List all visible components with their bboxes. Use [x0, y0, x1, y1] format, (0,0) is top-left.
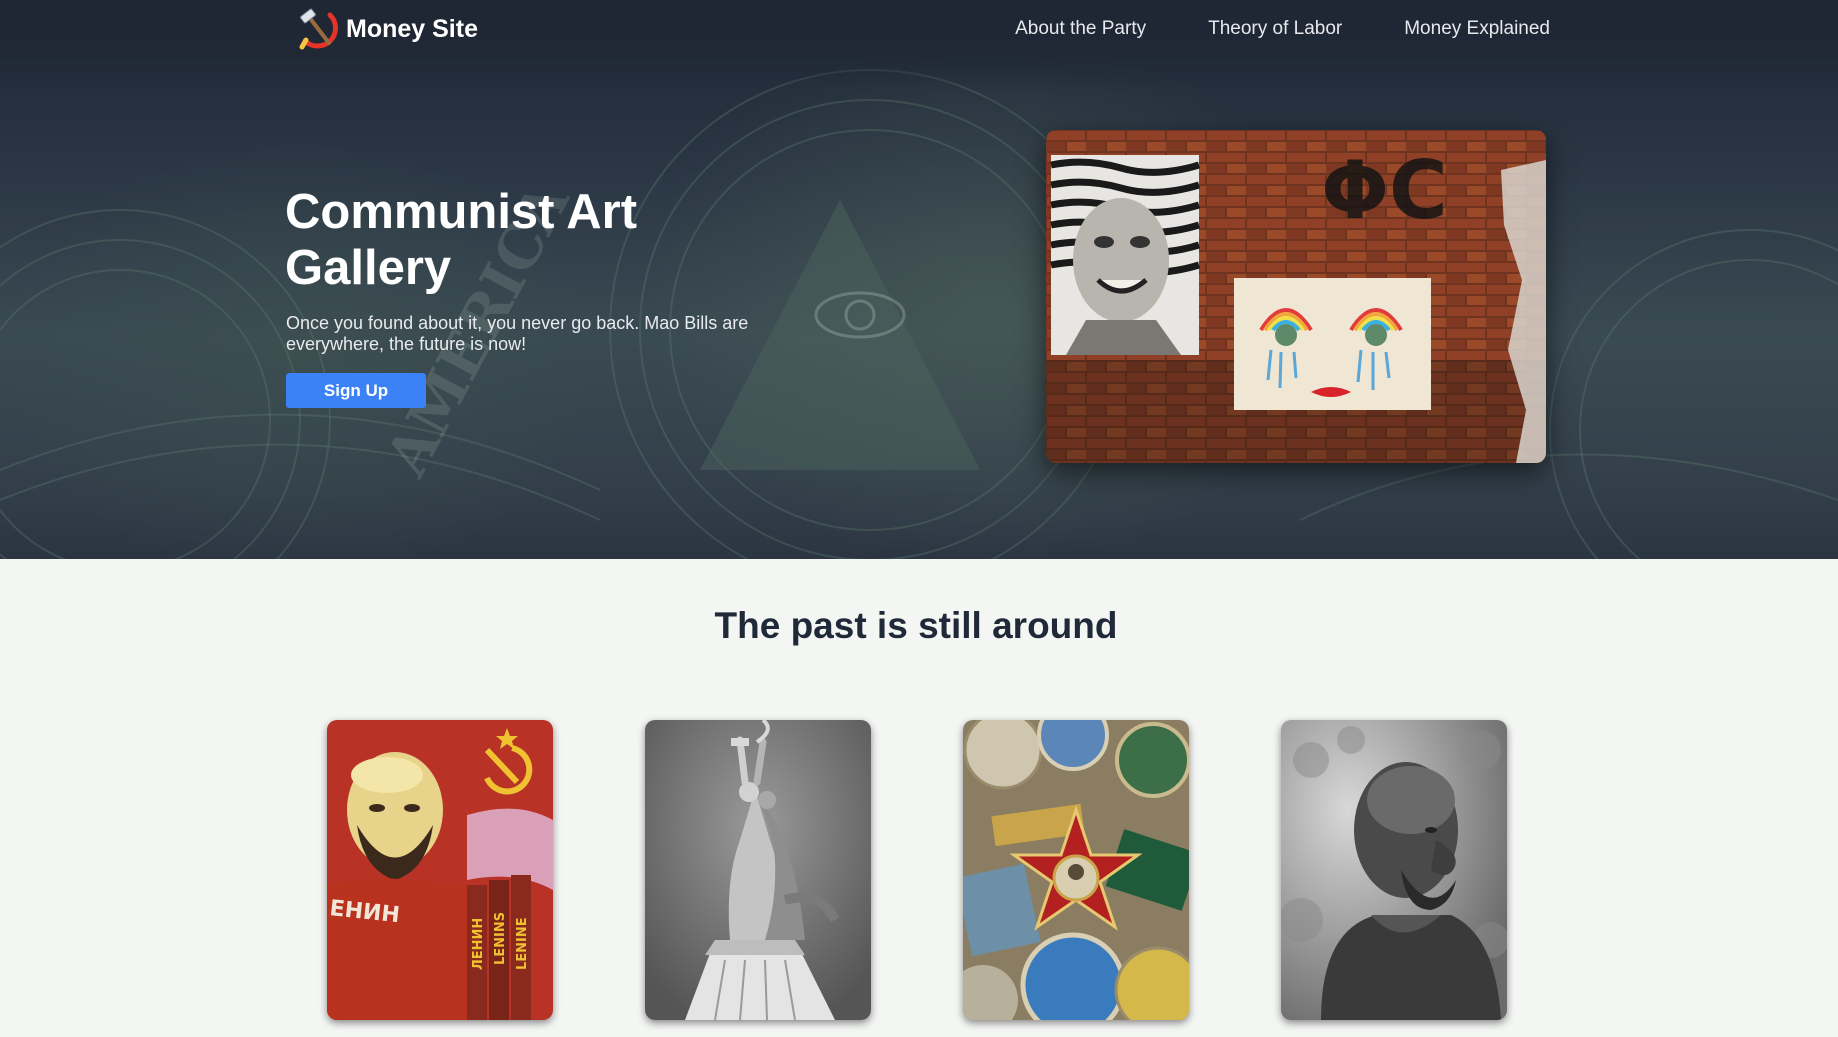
portrait-poster [1050, 155, 1201, 355]
gallery-card-soviet-pins[interactable] [963, 720, 1189, 1020]
gallery-card-lenin-mosaic[interactable]: ЕНИН ЛЕНИН LENINS LENINE [327, 720, 553, 1020]
hammer-and-sickle-icon [299, 8, 338, 50]
gallery-card-lenin-bust[interactable] [1281, 720, 1507, 1020]
graffiti-text: ΦC [1321, 144, 1448, 237]
sign-up-button[interactable]: Sign Up [286, 373, 426, 408]
statue-image [645, 720, 871, 1020]
gallery-card-statue[interactable] [645, 720, 871, 1020]
nav-about-the-party[interactable]: About the Party [1015, 18, 1146, 40]
brand-link[interactable]: Money Site [296, 6, 478, 52]
banner-text-2: LENINS [493, 912, 508, 965]
banner-text-1: ЛЕНИН [471, 918, 486, 970]
nav-money-explained[interactable]: Money Explained [1404, 18, 1550, 40]
soviet-pins-image [963, 720, 1189, 1020]
hero-title: Communist Art Gallery [285, 185, 638, 295]
brand-name: Money Site [346, 14, 478, 43]
gallery-title: The past is still around [714, 605, 1118, 646]
crying-eyes-poster [1234, 278, 1431, 410]
hero-section: AMERICA Money Site About the Party Theor… [0, 0, 1838, 559]
nav-theory-of-labor[interactable]: Theory of Labor [1208, 18, 1342, 40]
hero-subtitle: Once you found about it, you never go ba… [286, 313, 749, 354]
main-nav: About the Party Theory of Labor Money Ex… [1015, 18, 1550, 40]
street-art-illustration: ΦC [1046, 130, 1546, 463]
lenin-mosaic-image: ЕНИН ЛЕНИН LENINS LENINE [327, 720, 553, 1020]
hero-street-art-image: ΦC [1046, 130, 1546, 463]
lenin-bust-image [1281, 720, 1507, 1020]
banner-text-3: LENINE [515, 917, 530, 970]
site-header: Money Site About the Party Theory of Lab… [0, 0, 1838, 60]
